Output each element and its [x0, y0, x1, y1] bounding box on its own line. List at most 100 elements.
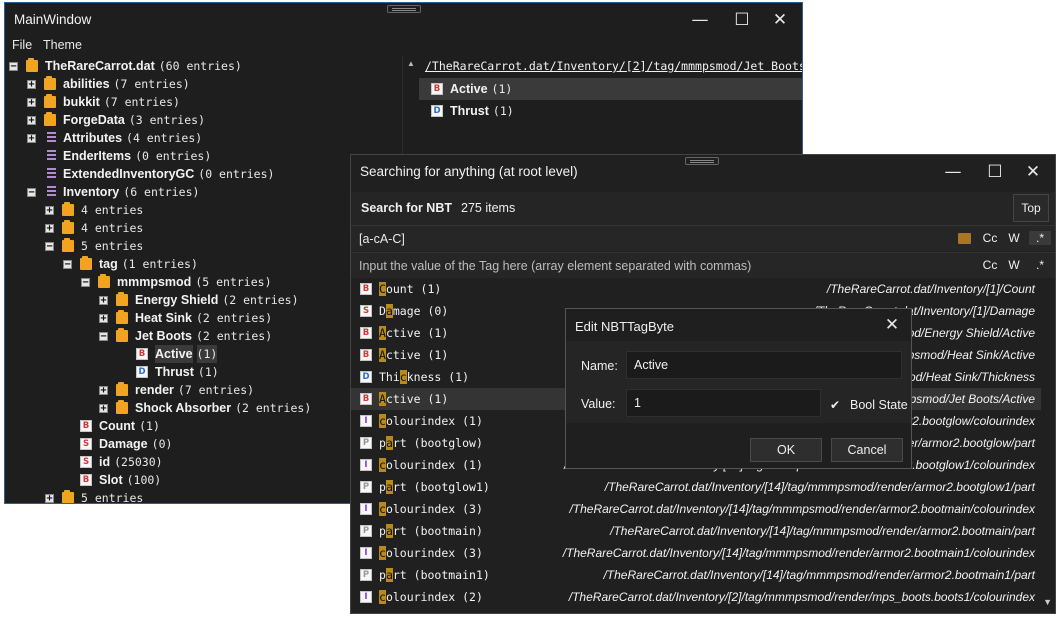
- byte-tag-icon: B: [80, 420, 92, 432]
- close-button[interactable]: ✕: [770, 11, 790, 29]
- ok-button[interactable]: OK: [750, 438, 822, 462]
- word-toggle[interactable]: W: [1003, 231, 1025, 245]
- maximize-button[interactable]: ☐: [985, 163, 1005, 181]
- tree-node-count: (2 entries): [222, 293, 299, 307]
- result-name: Count (1): [379, 282, 441, 296]
- expand-icon[interactable]: +: [27, 79, 36, 89]
- tree-node[interactable]: − Inventory (6 entries): [27, 183, 199, 201]
- tree-node[interactable]: B Active (1): [119, 345, 218, 363]
- top-button[interactable]: Top: [1013, 194, 1049, 222]
- folder-icon[interactable]: [958, 233, 971, 244]
- tree-node[interactable]: + Shock Absorber (2 entries): [99, 399, 311, 417]
- collapse-icon[interactable]: −: [9, 61, 18, 71]
- maximize-button[interactable]: ☐: [732, 11, 752, 29]
- expand-icon[interactable]: +: [45, 223, 54, 233]
- result-row[interactable]: Ppart (bootmain1) /TheRareCarrot.dat/Inve…: [351, 564, 1041, 586]
- string-tag-icon: P: [360, 525, 372, 537]
- tree-node[interactable]: S Damage (0): [63, 435, 172, 453]
- tree-node-name: Damage: [99, 437, 148, 451]
- result-count: 275 items: [461, 201, 516, 215]
- regex-field[interactable]: [a-cA-C] Cc W .*: [351, 225, 1055, 251]
- close-button[interactable]: ✕: [1023, 163, 1043, 181]
- byte-tag-icon: B: [431, 83, 443, 95]
- scroll-down-arrow-icon[interactable]: ▼: [1043, 597, 1052, 607]
- result-row[interactable]: Icolourindex (3) /TheRareCarrot.dat/Inven…: [351, 498, 1041, 520]
- main-titlebar[interactable]: MainWindow — ☐ ✕: [5, 3, 802, 37]
- tree-node[interactable]: Sid (25030): [63, 453, 163, 471]
- value-input[interactable]: Input the value of the Tag here (array e…: [359, 259, 751, 273]
- minimize-button[interactable]: —: [690, 11, 710, 29]
- tree-node[interactable]: B Count (1): [63, 417, 160, 435]
- compound-folder-icon: [62, 490, 74, 503]
- tree-node[interactable]: + bukkit (7 entries): [27, 93, 180, 111]
- case-toggle[interactable]: Cc: [979, 258, 1001, 272]
- tree-node[interactable]: ExtendedInventoryGC (0 entries): [27, 165, 274, 183]
- results-scrollbar[interactable]: ▼: [1041, 278, 1055, 613]
- search-titlebar[interactable]: Searching for anything (at root level) —…: [351, 155, 1055, 189]
- result-row[interactable]: Ppart (bootmain) /TheRareCarrot.dat/Inven…: [351, 520, 1041, 542]
- collapse-icon[interactable]: −: [45, 241, 54, 251]
- list-item[interactable]: D Thrust (1): [419, 100, 802, 122]
- name-field[interactable]: Active: [626, 351, 902, 379]
- tree-node[interactable]: − Jet Boots (2 entries): [99, 327, 272, 345]
- collapse-icon[interactable]: −: [81, 277, 90, 287]
- result-row[interactable]: Ppart (bootglow1) /TheRareCarrot.dat/Inve…: [351, 476, 1041, 498]
- result-name: Active (1): [379, 326, 448, 340]
- list-item[interactable]: B Active (1): [419, 78, 802, 100]
- expand-icon[interactable]: +: [27, 97, 36, 107]
- collapse-icon[interactable]: −: [99, 331, 108, 341]
- bool-state-checkbox[interactable]: ✔: [830, 399, 842, 411]
- word-toggle[interactable]: W: [1003, 258, 1025, 272]
- tree-node[interactable]: EnderItems (0 entries): [27, 147, 211, 165]
- tree-node[interactable]: + abilities (7 entries): [27, 75, 190, 93]
- close-button[interactable]: ✕: [882, 316, 902, 334]
- tree-node-name: Active: [155, 345, 193, 363]
- breadcrumb-path[interactable]: /TheRareCarrot.dat/Inventory/[2]/tag/mmm…: [425, 59, 802, 73]
- expand-icon[interactable]: +: [99, 313, 108, 323]
- tree-node[interactable]: +4 entries: [45, 219, 143, 237]
- compound-folder-icon: [62, 220, 74, 234]
- tree-node[interactable]: + Heat Sink (2 entries): [99, 309, 272, 327]
- regex-input[interactable]: [a-cA-C]: [359, 232, 405, 246]
- regex-toggle[interactable]: .*: [1029, 258, 1051, 272]
- expand-icon[interactable]: +: [45, 205, 54, 215]
- compound-folder-icon: [116, 292, 128, 306]
- tree-node[interactable]: +4 entries: [45, 201, 143, 219]
- tree-node[interactable]: − TheRareCarrot.dat (60 entries): [9, 57, 242, 75]
- value-field[interactable]: 1: [626, 389, 821, 417]
- cancel-button[interactable]: Cancel: [831, 438, 903, 462]
- match-highlight: c: [379, 546, 386, 560]
- result-row[interactable]: B Count (1)/TheRareCarrot.dat/Inventory/[…: [351, 278, 1041, 300]
- value-field[interactable]: Input the value of the Tag here (array e…: [351, 252, 1055, 278]
- int-tag-icon: I: [360, 459, 372, 471]
- tree-node[interactable]: + render (7 entries): [99, 381, 254, 399]
- collapse-icon[interactable]: −: [27, 187, 36, 197]
- result-row[interactable]: Icolourindex (2) /TheRareCarrot.dat/Inven…: [351, 586, 1041, 608]
- expand-icon[interactable]: +: [99, 403, 108, 413]
- tree-node[interactable]: − tag (1 entries): [63, 255, 198, 273]
- expand-icon[interactable]: +: [99, 295, 108, 305]
- byte-tag-icon: B: [80, 474, 92, 486]
- regex-toggle[interactable]: .*: [1029, 231, 1051, 245]
- collapse-icon[interactable]: −: [63, 259, 72, 269]
- expand-icon[interactable]: +: [27, 133, 36, 143]
- scroll-up-arrow-icon[interactable]: ▲: [407, 59, 415, 68]
- compound-folder-icon: [116, 310, 128, 324]
- tree-node[interactable]: − mmmpsmod (5 entries): [81, 273, 272, 291]
- expand-icon[interactable]: +: [27, 115, 36, 125]
- menu-theme[interactable]: Theme: [43, 38, 82, 52]
- minimize-button[interactable]: —: [943, 163, 963, 181]
- match-highlight: a: [385, 568, 393, 582]
- tree-node[interactable]: +5 entries: [45, 489, 143, 503]
- case-toggle[interactable]: Cc: [979, 231, 1001, 245]
- tree-node[interactable]: B Slot (100): [63, 471, 161, 489]
- tree-node[interactable]: − 5 entries: [45, 237, 143, 255]
- menu-file[interactable]: File: [12, 38, 32, 52]
- result-row[interactable]: Icolourindex (3) /TheRareCarrot.dat/Inven…: [351, 542, 1041, 564]
- expand-icon[interactable]: +: [99, 385, 108, 395]
- tree-node[interactable]: + Energy Shield (2 entries): [99, 291, 299, 309]
- tree-node[interactable]: + Attributes (4 entries): [27, 129, 202, 147]
- expand-icon[interactable]: +: [45, 493, 54, 503]
- tree-node[interactable]: D Thrust (1): [119, 363, 219, 381]
- tree-node[interactable]: + ForgeData (3 entries): [27, 111, 205, 129]
